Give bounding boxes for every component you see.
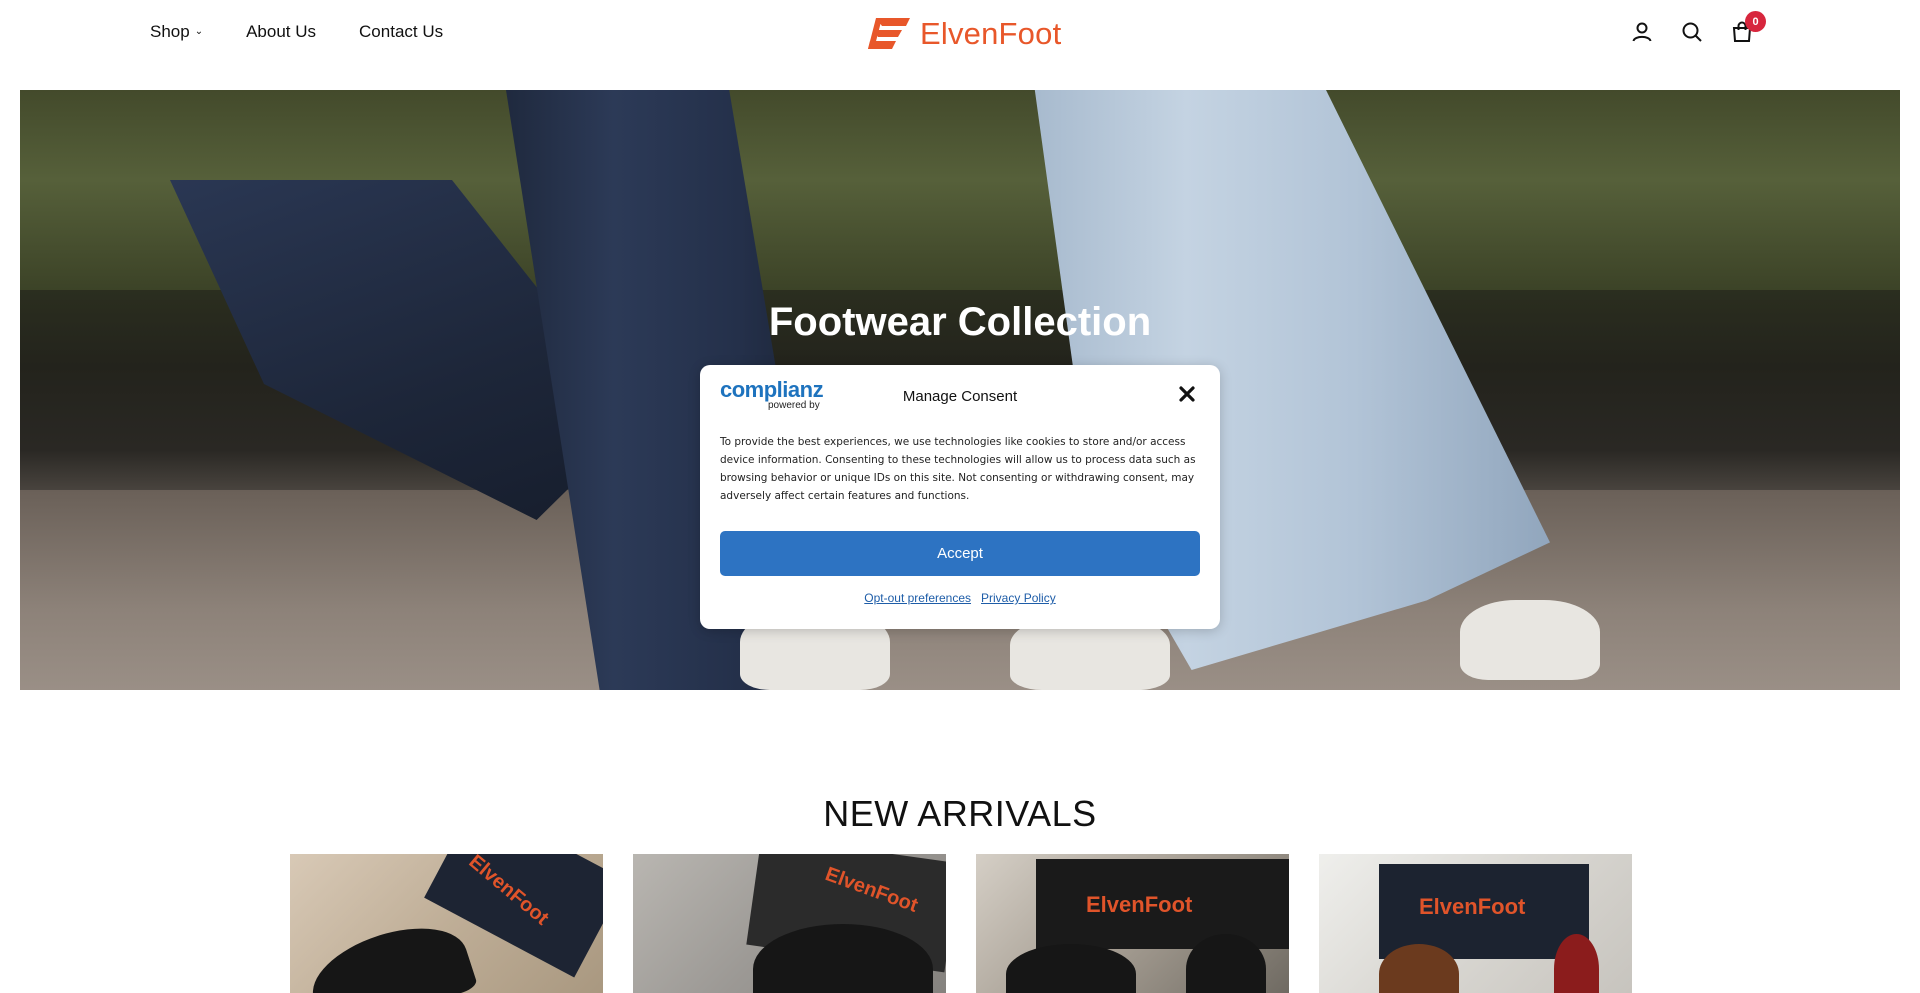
header-actions: 0 — [1630, 11, 1766, 44]
accept-label: Accept — [937, 545, 983, 562]
product-card[interactable]: ElvenFoot — [976, 854, 1289, 993]
product-box-label: ElvenFoot — [1086, 892, 1193, 917]
cart-count-badge: 0 — [1745, 11, 1766, 32]
hero-title: Footwear Collection — [768, 300, 1152, 344]
user-icon — [1632, 22, 1652, 42]
nav-shop[interactable]: Shop ⌄ — [150, 22, 203, 42]
nav-shop-label: Shop — [150, 22, 190, 41]
nav-about-label: About Us — [246, 22, 317, 41]
site-header: Shop ⌄ About Us Contact Us ElvenFoot 0 — [0, 0, 1920, 70]
product-card[interactable]: ElvenFoot — [1319, 854, 1632, 993]
nav-about-us[interactable]: About Us — [246, 22, 316, 42]
main-nav: Shop ⌄ About Us Contact Us — [150, 22, 486, 42]
product-shoe — [1006, 944, 1136, 993]
chevron-down-icon: ⌄ — [194, 25, 204, 37]
search-button[interactable] — [1680, 20, 1704, 44]
hero-shoe — [1460, 600, 1600, 680]
logo-text: ElvenFoot — [920, 16, 1062, 51]
product-box-label: ElvenFoot — [1419, 894, 1526, 919]
product-grid: ElvenFoot ElvenFoot ElvenFoot ElvenFoot — [290, 854, 1632, 993]
nav-contact-label: Contact Us — [359, 22, 444, 41]
close-icon — [1179, 386, 1195, 402]
cart-button[interactable]: 0 — [1730, 11, 1766, 44]
consent-links: Opt-out preferences Privacy Policy — [700, 591, 1220, 605]
product-card[interactable]: ElvenFoot — [633, 854, 946, 993]
accept-button[interactable]: Accept — [720, 531, 1200, 576]
product-card[interactable]: ElvenFoot — [290, 854, 603, 993]
new-arrivals-heading: NEW ARRIVALS — [823, 793, 1097, 834]
product-shoe — [1554, 934, 1599, 993]
privacy-policy-link[interactable]: Privacy Policy — [981, 591, 1056, 605]
consent-title: Manage Consent — [902, 388, 1018, 405]
consent-dialog: complianz powered by Manage Consent To p… — [700, 365, 1220, 629]
close-button[interactable] — [1178, 385, 1196, 403]
account-button[interactable] — [1630, 20, 1654, 44]
opt-out-preferences-link[interactable]: Opt-out preferences — [864, 591, 971, 605]
product-shoe — [301, 911, 479, 993]
nav-contact-us[interactable]: Contact Us — [359, 22, 443, 42]
logo-mark-icon — [868, 18, 910, 49]
search-icon — [1682, 22, 1702, 42]
consent-message: To provide the best experiences, we use … — [720, 436, 1196, 502]
site-logo[interactable]: ElvenFoot — [866, 14, 1061, 54]
